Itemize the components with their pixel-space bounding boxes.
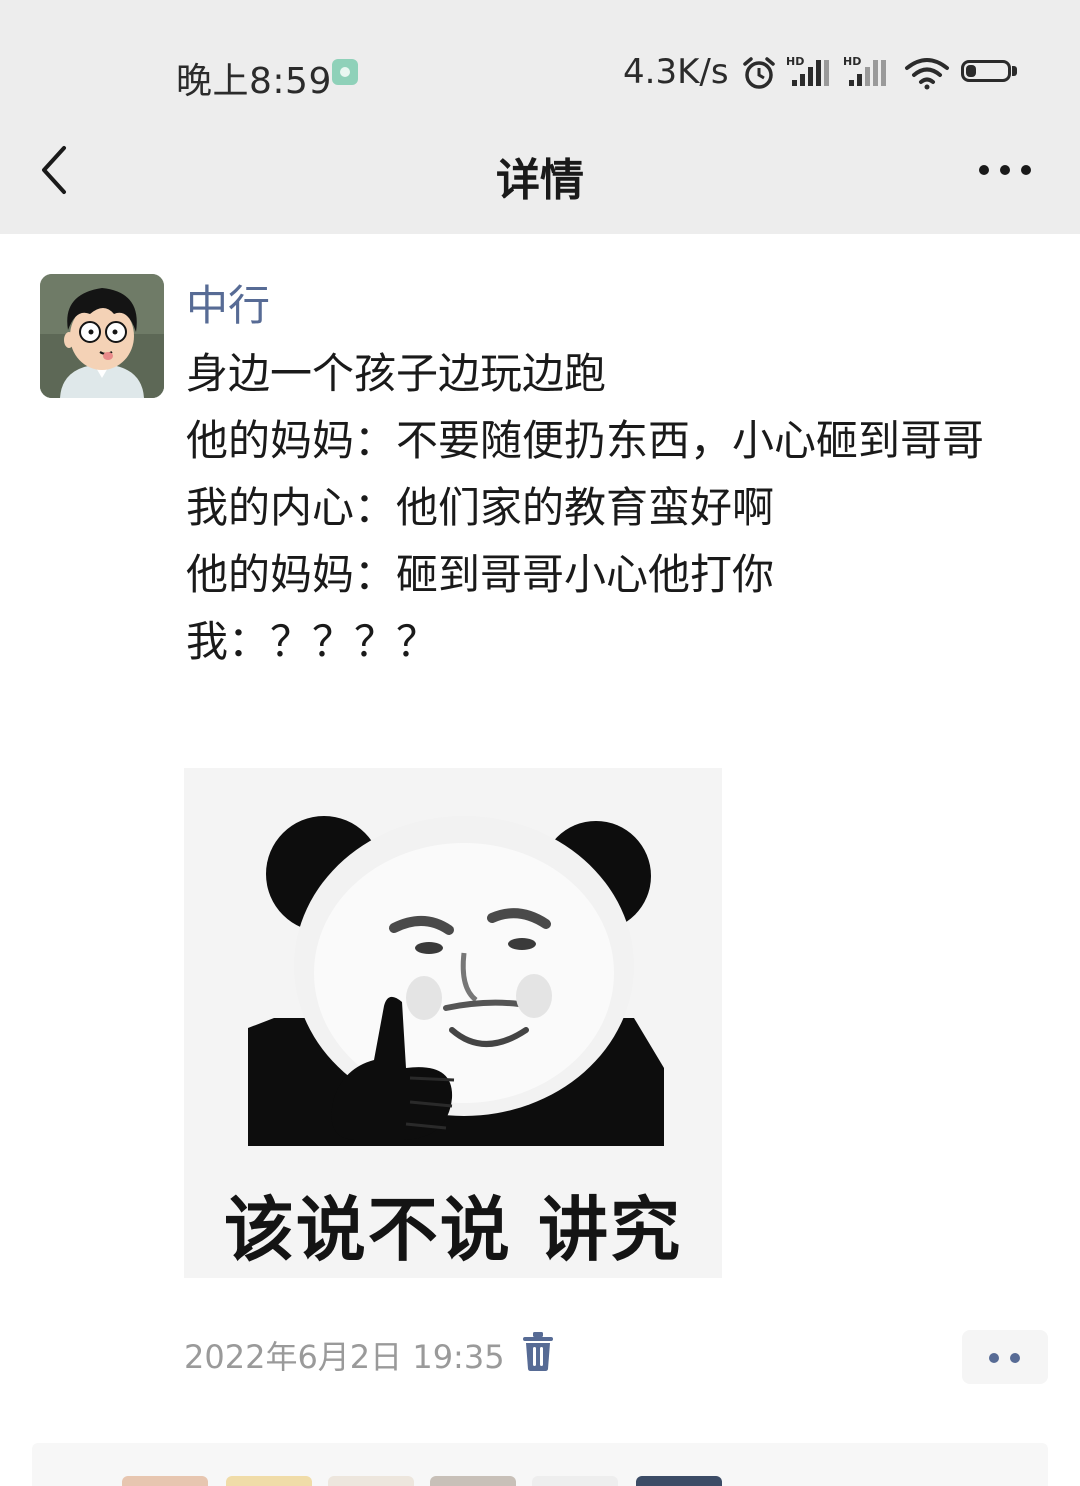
nav-bar: 详情: [0, 120, 1080, 234]
post-line: 身边一个孩子边玩边跑: [186, 349, 607, 398]
avatar-image: [40, 274, 164, 398]
more-dots-icon[interactable]: [962, 1330, 1048, 1384]
hd-signal-icon: HD: [786, 55, 829, 86]
likes-panel: [32, 1443, 1048, 1486]
hd-signal-icon: HD: [843, 55, 886, 86]
liker-avatar[interactable]: [430, 1476, 516, 1486]
battery-level: 24: [974, 61, 998, 80]
liker-avatar[interactable]: [226, 1476, 312, 1486]
svg-text:HD: HD: [843, 55, 861, 68]
post-timestamp: 2022年6月2日 19:35: [184, 1338, 505, 1376]
trash-icon[interactable]: [520, 1330, 556, 1372]
svg-text:HD: HD: [786, 55, 804, 68]
post-image[interactable]: 该说不说 讲究: [184, 768, 722, 1278]
avatar[interactable]: [40, 274, 164, 398]
post-line: 我的内心：他们家的教育蛮好啊: [186, 483, 775, 532]
post-line: 他的妈妈：砸到哥哥小心他打你: [186, 550, 775, 599]
meme-caption: 该说不说 讲究: [223, 1189, 683, 1271]
post-line: 我：？？？？: [186, 617, 439, 666]
liker-avatar[interactable]: [328, 1476, 414, 1486]
wifi-icon: [905, 58, 949, 90]
battery-icon: 24: [961, 60, 1011, 82]
liker-avatar[interactable]: [122, 1476, 208, 1486]
page-title: 详情: [496, 155, 584, 206]
post-text: 身边一个孩子边玩边跑 他的妈妈：不要随便扔东西，小心砸到哥哥 我的内心：他们家的…: [186, 340, 1026, 675]
status-bar: 晚上8:59 4.3K/s HD HD 24: [0, 0, 1080, 120]
post-line: 他的妈妈：不要随便扔东西，小心砸到哥哥: [186, 416, 985, 465]
app-notification-icon: [332, 59, 358, 85]
network-speed: 4.3K/s: [623, 52, 729, 92]
moments-detail-screen: 晚上8:59 4.3K/s HD HD 24 详情 中行 身边一个孩子边玩边跑 …: [0, 0, 1080, 1486]
status-time: 晚上8:59: [176, 61, 332, 102]
alarm-icon: [743, 57, 775, 89]
liker-avatar[interactable]: [532, 1476, 618, 1486]
liker-avatar[interactable]: [636, 1476, 722, 1486]
battery-tip: [1012, 66, 1017, 76]
more-horizontal-icon[interactable]: [970, 150, 1040, 190]
author-name[interactable]: 中行: [186, 272, 270, 333]
